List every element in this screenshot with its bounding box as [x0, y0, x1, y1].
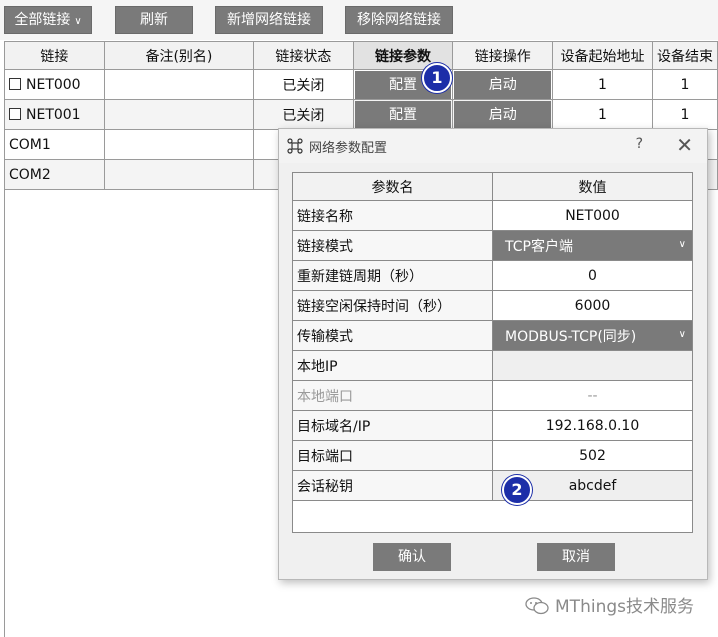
row-checkbox[interactable]	[9, 107, 21, 120]
note-cell[interactable]	[103, 99, 255, 130]
status-cell: 已关闭	[253, 69, 354, 100]
param-cell: 配置	[352, 99, 454, 130]
col-header-op[interactable]: 链接操作	[452, 41, 554, 70]
table-row[interactable]: NET000 已关闭 配置 启动 1 1	[4, 69, 718, 100]
close-icon[interactable]: ✕	[676, 133, 693, 157]
watermark: MThings技术服务	[525, 592, 694, 617]
chevron-down-icon: ∨	[678, 239, 686, 250]
link-name-field[interactable]: NET000	[492, 200, 693, 231]
link-cell[interactable]: NET000	[4, 69, 105, 100]
note-cell[interactable]	[103, 159, 255, 190]
col-header-end-addr[interactable]: 设备结束	[651, 41, 718, 70]
op-cell: 启动	[452, 69, 554, 100]
param-row: 链接空闲保持时间（秒） 6000	[292, 290, 693, 321]
network-icon	[287, 138, 303, 154]
param-row: 链接名称 NET000	[292, 200, 693, 231]
param-row: 本地IP	[292, 350, 693, 381]
param-name: 本地IP	[292, 350, 493, 381]
step-badge-2: 2	[502, 475, 532, 505]
param-name: 会话秘钥	[292, 470, 493, 501]
start-addr-cell[interactable]: 1	[552, 69, 653, 100]
table-header-row: 链接 备注(别名) 链接状态 链接参数 链接操作 设备起始地址 设备结束	[4, 41, 718, 70]
param-row: 链接模式 TCP客户端 ∨	[292, 230, 693, 261]
param-table: 参数名 数值 链接名称 NET000 链接模式 TCP客户端 ∨ 重新建链周期（秒…	[292, 172, 693, 533]
param-name: 目标端口	[292, 440, 493, 471]
link-cell[interactable]: COM1	[4, 129, 105, 160]
confirm-button[interactable]: 确认	[373, 543, 451, 571]
dialog-title-bar[interactable]: 网络参数配置 ? ✕	[279, 129, 707, 163]
chevron-down-icon: ∨	[74, 16, 82, 27]
start-button[interactable]: 启动	[454, 70, 552, 99]
note-cell[interactable]	[103, 69, 255, 100]
param-name: 传输模式	[292, 320, 493, 351]
param-name-header: 参数名	[292, 172, 493, 201]
param-name: 链接模式	[292, 230, 493, 261]
param-name: 重新建链周期（秒）	[292, 260, 493, 291]
col-header-start-addr[interactable]: 设备起始地址	[552, 41, 653, 70]
param-empty-row	[292, 500, 693, 533]
op-cell: 启动	[452, 99, 554, 130]
param-name: 本地端口	[292, 380, 493, 411]
param-row: 目标域名/IP 192.168.0.10	[292, 410, 693, 441]
param-value-header: 数值	[492, 172, 693, 201]
network-param-dialog: 网络参数配置 ? ✕ 参数名 数值 链接名称 NET000 链接模式 TCP客户…	[278, 128, 708, 580]
param-row: 传输模式 MODBUS-TCP(同步) ∨	[292, 320, 693, 351]
transfer-mode-value: MODBUS-TCP(同步)	[505, 328, 637, 345]
link-name: NET000	[26, 76, 81, 93]
help-icon[interactable]: ?	[636, 136, 643, 152]
end-addr-cell[interactable]: 1	[651, 99, 718, 130]
all-links-dropdown[interactable]: 全部链接 ∨	[4, 6, 92, 34]
param-row: 本地端口 --	[292, 380, 693, 411]
target-port-field[interactable]: 502	[492, 440, 693, 471]
status-cell: 已关闭	[253, 99, 354, 130]
param-header-row: 参数名 数值	[292, 172, 693, 201]
dialog-title: 网络参数配置	[309, 141, 388, 156]
table-row[interactable]: NET001 已关闭 配置 启动 1 1	[4, 99, 718, 130]
param-empty-cell	[292, 500, 693, 533]
param-row: 目标端口 502	[292, 440, 693, 471]
toolbar: 全部链接 ∨ 刷新 新增网络链接 移除网络链接	[0, 0, 718, 40]
row-checkbox[interactable]	[9, 77, 21, 90]
col-header-status[interactable]: 链接状态	[253, 41, 354, 70]
param-row: 会话秘钥 abcdef	[292, 470, 693, 501]
note-cell[interactable]	[103, 129, 255, 160]
wechat-icon	[525, 597, 549, 615]
chevron-down-icon: ∨	[678, 329, 686, 340]
step-badge-1: 1	[422, 63, 452, 93]
remove-network-link-button[interactable]: 移除网络链接	[345, 6, 453, 34]
param-name: 链接空闲保持时间（秒）	[292, 290, 493, 321]
configure-button[interactable]: 配置	[354, 100, 452, 129]
cancel-button[interactable]: 取消	[537, 543, 615, 571]
link-mode-value: TCP客户端	[505, 238, 573, 255]
refresh-button[interactable]: 刷新	[115, 6, 193, 34]
link-cell[interactable]: COM2	[4, 159, 105, 190]
col-header-note[interactable]: 备注(别名)	[103, 41, 255, 70]
reconnect-period-field[interactable]: 0	[492, 260, 693, 291]
link-name: NET001	[26, 106, 81, 123]
idle-keep-time-field[interactable]: 6000	[492, 290, 693, 321]
col-header-link[interactable]: 链接	[4, 41, 105, 70]
target-host-field[interactable]: 192.168.0.10	[492, 410, 693, 441]
all-links-label: 全部链接	[14, 12, 71, 28]
add-network-link-button[interactable]: 新增网络链接	[215, 6, 323, 34]
end-addr-cell[interactable]: 1	[651, 69, 718, 100]
local-port-field: --	[492, 380, 693, 411]
link-mode-select[interactable]: TCP客户端 ∨	[492, 230, 693, 261]
param-name: 目标域名/IP	[292, 410, 493, 441]
param-row: 重新建链周期（秒） 0	[292, 260, 693, 291]
start-button[interactable]: 启动	[454, 100, 552, 129]
param-name: 链接名称	[292, 200, 493, 231]
transfer-mode-select[interactable]: MODBUS-TCP(同步) ∨	[492, 320, 693, 351]
start-addr-cell[interactable]: 1	[552, 99, 653, 130]
watermark-text: MThings技术服务	[555, 597, 694, 617]
local-ip-field	[492, 350, 693, 381]
link-cell[interactable]: NET001	[4, 99, 105, 130]
